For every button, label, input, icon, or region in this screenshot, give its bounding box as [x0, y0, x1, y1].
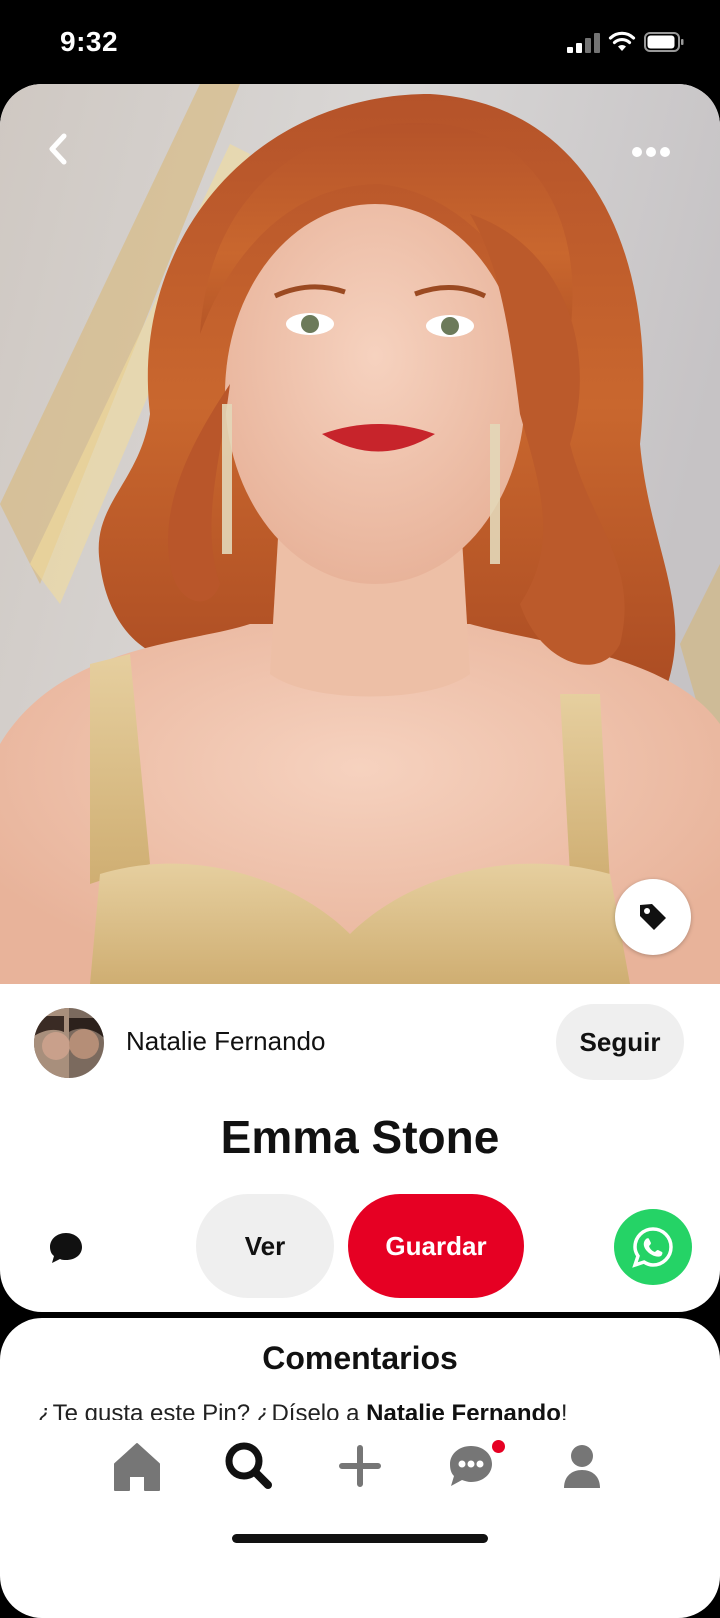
tab-profile[interactable] [552, 1436, 612, 1496]
battery-icon [644, 32, 684, 52]
author-name[interactable]: Natalie Fernando [126, 1026, 325, 1057]
bottom-tab-bar [0, 1420, 720, 1557]
status-bar: 9:32 [0, 0, 720, 84]
tab-search[interactable] [218, 1436, 278, 1496]
author-row: Natalie Fernando Seguir [0, 1004, 720, 1084]
product-tag-button[interactable] [615, 879, 691, 955]
follow-button[interactable]: Seguir [556, 1004, 684, 1080]
tab-create[interactable] [330, 1436, 390, 1496]
home-icon [114, 1443, 160, 1491]
wifi-icon [608, 31, 636, 51]
tab-home[interactable] [107, 1436, 167, 1496]
notification-dot [492, 1440, 505, 1453]
action-row: Ver Guardar [0, 1194, 720, 1298]
pin-image[interactable] [0, 84, 720, 984]
comments-title: Comentarios [262, 1340, 458, 1376]
status-time: 9:32 [60, 26, 119, 57]
whatsapp-share-button[interactable] [614, 1209, 692, 1285]
more-options-icon[interactable] [626, 134, 676, 170]
search-icon [225, 1442, 272, 1489]
plus-icon [339, 1445, 381, 1487]
cellular-signal-icon [567, 33, 601, 53]
profile-icon [564, 1445, 600, 1488]
pin-title: Emma Stone [220, 1111, 500, 1163]
back-icon[interactable] [34, 124, 84, 174]
home-indicator [232, 1534, 488, 1543]
view-button[interactable]: Ver [196, 1194, 334, 1298]
author-avatar[interactable] [34, 1008, 104, 1078]
tag-icon [640, 904, 666, 930]
pin-card: Natalie Fernando Seguir Emma Stone Ver G… [0, 84, 720, 1312]
save-button[interactable]: Guardar [348, 1194, 524, 1298]
whatsapp-icon [632, 1227, 673, 1268]
pin-photo [0, 84, 720, 984]
comment-icon[interactable] [46, 1228, 86, 1268]
